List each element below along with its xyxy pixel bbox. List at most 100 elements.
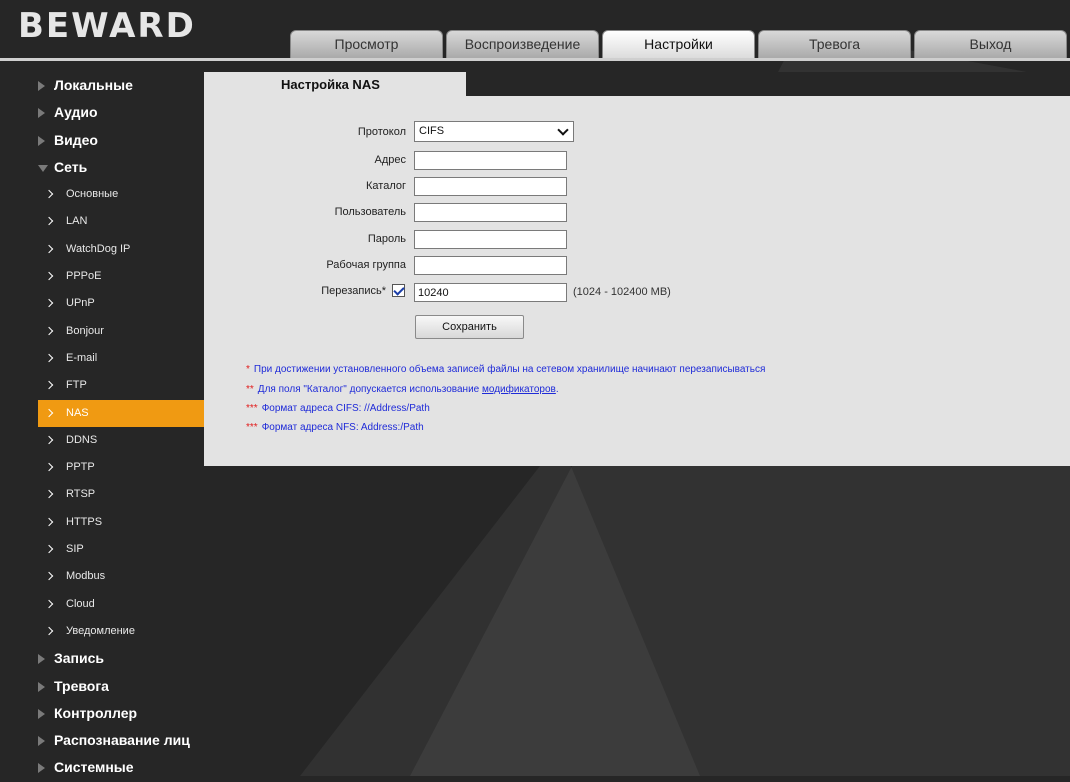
note-cifs-format: *** Формат адреса CIFS: //Address/Path	[246, 403, 430, 414]
tab-playback[interactable]: Воспроизведение	[446, 30, 599, 58]
sidebar-item-label: Modbus	[66, 570, 106, 583]
chevron-right-icon	[44, 544, 54, 554]
tab-alarm[interactable]: Тревога	[758, 30, 911, 58]
collapsed-arrow-icon	[38, 736, 45, 747]
sidebar-item-label: NAS	[66, 406, 89, 419]
note-tail: .	[555, 384, 559, 395]
note-text: Для поля "Каталог" допускается использов…	[257, 384, 482, 395]
chevron-right-icon	[44, 408, 54, 417]
note-marker: **	[246, 384, 254, 395]
chevron-right-icon	[44, 326, 54, 335]
sidebar-item-label: UPnP	[66, 297, 95, 310]
note-marker: ***	[246, 422, 258, 433]
save-button[interactable]: Сохранить	[415, 315, 524, 339]
collapsed-arrow-icon	[38, 681, 45, 692]
sidebar-subitem-https[interactable]: HTTPS	[38, 509, 204, 536]
note-text: Формат адреса CIFS: //Address/Path	[261, 403, 430, 414]
sidebar-subitem-basic[interactable]: Основные	[38, 181, 204, 208]
address-label: Адрес	[374, 154, 407, 166]
password-field[interactable]	[414, 230, 567, 249]
overwrite-checkbox[interactable]	[392, 284, 405, 297]
chevron-down-icon	[557, 124, 569, 136]
sidebar-item-label: Системные	[54, 759, 134, 776]
note-overwrite: * При достижении установленного объема за…	[246, 364, 765, 375]
sidebar-subitem-rtsp[interactable]: RTSP	[38, 481, 204, 508]
user-field[interactable]	[414, 203, 567, 222]
sidebar-item-audio[interactable]: Аудио	[38, 99, 204, 126]
directory-label: Каталог	[366, 180, 406, 192]
sidebar-item-label: Аудио	[54, 104, 98, 121]
sidebar-item-controller[interactable]: Контроллер	[38, 700, 204, 727]
overwrite-size-field[interactable]	[414, 283, 567, 302]
chevron-right-icon	[44, 381, 54, 390]
chevron-right-icon	[44, 626, 54, 636]
sidebar-item-face-recognition[interactable]: Распознавание лиц	[38, 727, 204, 754]
checkmark-icon	[393, 284, 405, 296]
sidebar-subitem-pppoe[interactable]: PPPoE	[38, 263, 204, 290]
sidebar-item-label: SIP	[66, 543, 84, 556]
chevron-right-icon	[44, 299, 54, 308]
sidebar-item-label: Основные	[66, 188, 119, 201]
sidebar-item-label: E-mail	[66, 351, 98, 364]
collapsed-arrow-icon	[38, 763, 45, 774]
sidebar-item-label: Тревога	[54, 677, 109, 694]
sidebar-item-system[interactable]: Системные	[38, 754, 204, 781]
sidebar-item-network[interactable]: Сеть	[38, 154, 204, 181]
workgroup-field[interactable]	[414, 256, 567, 275]
settings-panel: Настройка NAS Протокол CIFS Адрес Катало…	[204, 72, 1070, 466]
sidebar-subitem-notification[interactable]: Уведомление	[38, 618, 204, 645]
collapsed-arrow-icon	[38, 81, 45, 91]
chevron-right-icon	[44, 244, 54, 254]
chevron-right-icon	[44, 189, 54, 199]
sidebar-subitem-upnp[interactable]: UPnP	[38, 290, 204, 317]
user-label: Пользователь	[334, 206, 406, 218]
sidebar-subitem-cloud[interactable]: Cloud	[38, 591, 204, 618]
overwrite-label: Перезапись*	[321, 285, 386, 297]
address-field[interactable]	[414, 151, 567, 170]
chevron-right-icon	[44, 462, 54, 472]
sidebar-item-recording[interactable]: Запись	[38, 645, 204, 672]
sidebar-item-label: Запись	[54, 650, 105, 667]
tab-logout[interactable]: Выход	[914, 30, 1067, 58]
modifiers-link[interactable]: модификаторов	[482, 384, 556, 395]
sidebar-item-label: Cloud	[66, 597, 95, 610]
sidebar-subitem-watchdog[interactable]: WatchDog IP	[38, 236, 204, 263]
collapsed-arrow-icon	[38, 108, 45, 119]
nav-divider	[0, 58, 1070, 61]
sidebar-subitem-bonjour[interactable]: Bonjour	[38, 318, 204, 345]
sidebar-item-local[interactable]: Локальные	[38, 72, 204, 99]
chevron-right-icon	[44, 217, 54, 226]
sidebar-subitem-nas[interactable]: NAS	[38, 399, 204, 427]
sidebar-subitem-pptp[interactable]: PPTP	[38, 454, 204, 481]
overwrite-range-hint: (1024 - 102400 MB)	[573, 286, 671, 298]
note-text: Формат адреса NFS: Address:/Path	[261, 422, 424, 433]
protocol-select[interactable]: CIFS	[414, 121, 574, 142]
collapsed-arrow-icon	[38, 135, 45, 146]
sidebar-subitem-lan[interactable]: LAN	[38, 208, 204, 235]
chevron-right-icon	[44, 490, 54, 499]
chevron-right-icon	[44, 353, 54, 363]
sidebar-item-label: HTTPS	[66, 515, 103, 528]
sidebar-item-label: Контроллер	[54, 704, 138, 721]
sidebar-subitem-email[interactable]: E-mail	[38, 345, 204, 372]
sidebar-item-label: Распознавание лиц	[54, 732, 190, 749]
chevron-right-icon	[44, 599, 54, 608]
protocol-value: CIFS	[419, 125, 445, 137]
tab-settings[interactable]: Настройки	[602, 30, 755, 58]
sidebar-subitem-ftp[interactable]: FTP	[38, 372, 204, 399]
directory-field[interactable]	[414, 177, 567, 196]
sidebar-menu: Локальные Аудио Видео Сеть Основные LAN …	[38, 72, 204, 782]
tab-view[interactable]: Просмотр	[290, 30, 443, 58]
sidebar-subitem-sip[interactable]: SIP	[38, 536, 204, 563]
sidebar-item-label: FTP	[66, 379, 87, 392]
sidebar-item-label: RTSP	[66, 488, 96, 501]
sidebar-item-label: DDNS	[66, 433, 98, 446]
note-nfs-format: *** Формат адреса NFS: Address:/Path	[246, 422, 424, 433]
note-marker: ***	[246, 403, 258, 414]
sidebar-item-video[interactable]: Видео	[38, 127, 204, 154]
chevron-right-icon	[44, 572, 54, 581]
sidebar-subitem-ddns[interactable]: DDNS	[38, 427, 204, 454]
sidebar-item-alarm[interactable]: Тревога	[38, 673, 204, 700]
panel-title: Настройка NAS	[204, 72, 466, 96]
sidebar-subitem-modbus[interactable]: Modbus	[38, 563, 204, 590]
